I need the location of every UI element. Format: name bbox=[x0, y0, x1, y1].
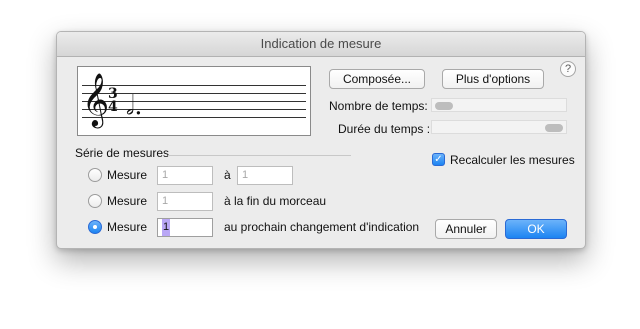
measure-next-change-field[interactable]: 1 bbox=[157, 218, 213, 237]
group-separator bbox=[168, 155, 351, 156]
help-icon[interactable]: ? bbox=[560, 61, 576, 77]
staff-line bbox=[82, 117, 306, 118]
ok-button[interactable]: OK bbox=[505, 219, 567, 239]
composee-button[interactable]: Composée... bbox=[329, 69, 425, 89]
more-options-button[interactable]: Plus d'options bbox=[442, 69, 544, 89]
treble-clef-icon: 𝄞 bbox=[82, 72, 110, 126]
beats-slider[interactable] bbox=[431, 98, 567, 112]
beat-duration-slider-thumb[interactable] bbox=[545, 124, 563, 132]
radio-measure-to-next-change[interactable] bbox=[88, 220, 102, 234]
measure-label: Mesure bbox=[107, 168, 148, 182]
time-signature-dialog: Indication de mesure 𝄞 3 4 𝅗𝅥. Composée.… bbox=[56, 31, 586, 249]
staff-preview: 𝄞 3 4 𝅗𝅥. bbox=[77, 66, 311, 136]
cancel-button[interactable]: Annuler bbox=[435, 219, 497, 239]
to-label: à bbox=[224, 168, 231, 182]
measures-group-title: Série de mesures bbox=[75, 146, 170, 160]
recalculate-label: Recalculer les mesures bbox=[450, 153, 575, 167]
beat-duration-slider[interactable] bbox=[431, 120, 567, 134]
recalculate-checkbox[interactable]: ✓ bbox=[432, 153, 445, 166]
measure-from-field[interactable]: 1 bbox=[157, 166, 213, 185]
measure-start-field[interactable]: 1 bbox=[157, 192, 213, 211]
beats-slider-thumb[interactable] bbox=[435, 102, 453, 110]
checkmark-icon: ✓ bbox=[434, 154, 443, 165]
measure-label: Mesure bbox=[107, 220, 148, 234]
dialog-title: Indication de mesure bbox=[57, 32, 585, 57]
radio-measure-range[interactable] bbox=[88, 168, 102, 182]
next-change-label: au prochain changement d'indication bbox=[224, 220, 420, 234]
selected-value: 1 bbox=[162, 219, 171, 236]
beats-label: Nombre de temps: bbox=[329, 99, 428, 113]
time-signature-denominator: 4 bbox=[108, 99, 118, 115]
to-end-label: à la fin du morceau bbox=[224, 194, 327, 208]
measure-label: Mesure bbox=[107, 194, 148, 208]
beat-duration-label: Durée du temps : bbox=[338, 122, 431, 136]
radio-measure-to-end[interactable] bbox=[88, 194, 102, 208]
measure-to-field[interactable]: 1 bbox=[237, 166, 293, 185]
dotted-half-note-icon: 𝅗𝅥. bbox=[126, 91, 143, 121]
